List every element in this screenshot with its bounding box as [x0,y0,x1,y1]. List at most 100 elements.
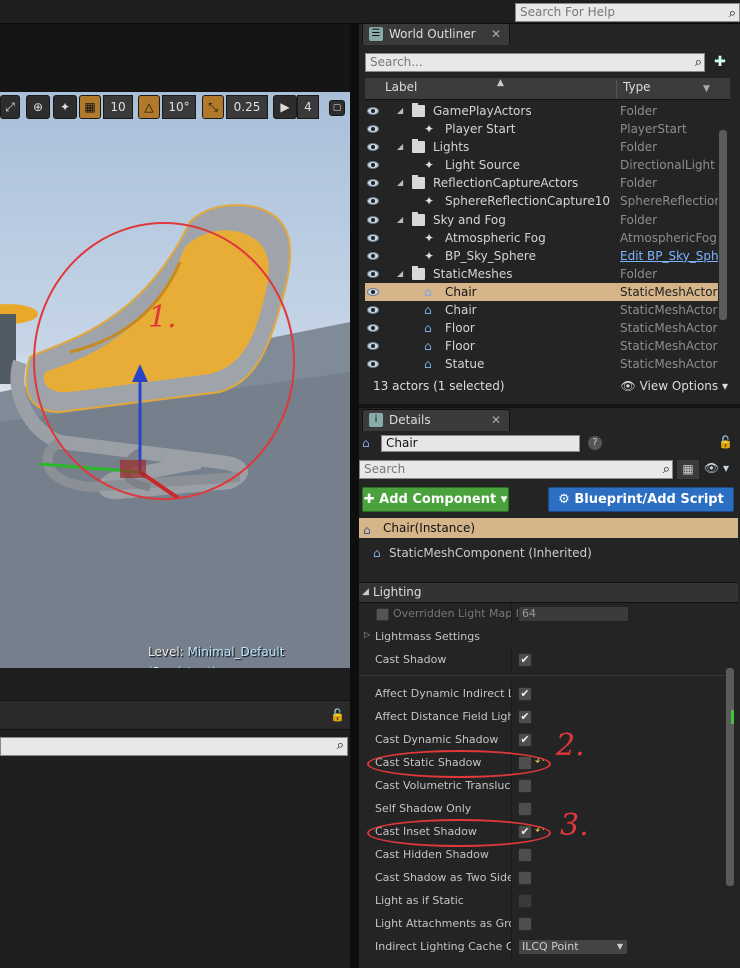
expand-arrow-icon[interactable]: ◢ [397,102,403,120]
panel-splitter[interactable] [350,24,359,968]
tab-details[interactable]: i Details ✕ [362,409,510,431]
edit-blueprint-link[interactable]: Edit BP_Sky_Sph [620,247,718,265]
tab-world-outliner[interactable]: ☰ World Outliner ✕ [362,23,510,45]
transform-move-button[interactable]: ⤢ [0,95,20,119]
eye-icon[interactable] [367,179,379,188]
scale-snap-icon[interactable]: ⤡ [202,95,224,119]
add-folder-button[interactable]: ✚ [710,53,730,72]
visibility-filter-icon[interactable]: 👁 ▾ [704,461,734,479]
object-name-field[interactable]: Chair [381,435,580,452]
property-divider[interactable] [511,844,512,867]
component-inherited-row[interactable]: ⌂ StaticMeshComponent (Inherited) [359,543,738,563]
expand-arrow-icon[interactable]: ▷ [364,630,370,639]
property-divider[interactable] [511,603,512,626]
property-checkbox[interactable]: ✔ [518,653,532,667]
blueprint-add-script-button[interactable]: ⚙ Blueprint/Add Script [548,487,734,512]
outliner-row[interactable]: ⌂ Chair StaticMeshActor [365,282,718,302]
property-divider[interactable] [511,706,512,729]
property-divider[interactable] [511,913,512,936]
property-value-field[interactable]: 64 [518,606,629,622]
maximize-viewport-icon[interactable]: ▢ [329,100,345,116]
property-checkbox[interactable] [518,917,532,931]
column-divider[interactable] [616,80,617,98]
expand-arrow-icon[interactable]: ◢ [397,138,403,156]
property-divider[interactable] [511,683,512,706]
property-checkbox[interactable] [518,894,532,908]
expand-arrow-icon[interactable]: ◢ [397,174,403,192]
eye-icon[interactable] [367,287,379,296]
rotation-snap-icon[interactable]: △ [138,95,160,119]
lighting-category-header[interactable]: ◢ Lighting [359,582,738,603]
bottom-left-search-input[interactable]: ⌕ [0,737,348,756]
add-component-button[interactable]: ✚ Add Component ▾ [362,487,509,512]
lock-icon[interactable]: 🔓 [330,708,345,722]
eye-icon[interactable] [367,161,379,170]
eye-icon[interactable] [367,269,379,278]
eye-icon[interactable] [367,143,379,152]
property-checkbox[interactable]: ✔ [518,733,532,747]
scale-snap-value[interactable]: 0.25 [226,95,268,119]
outliner-row[interactable]: ◢ Lights Folder [365,138,718,156]
grid-snap-value[interactable]: 10 [103,95,133,119]
column-label-header[interactable]: Label [385,80,417,94]
eye-icon[interactable] [367,251,379,260]
property-divider[interactable] [511,890,512,913]
details-scrollbar[interactable] [726,668,734,886]
property-checkbox[interactable] [518,779,532,793]
eye-icon[interactable] [367,342,379,351]
help-search-input[interactable]: Search For Help ⌕ [515,3,740,22]
close-icon[interactable]: ✕ [491,24,501,44]
outliner-row[interactable]: ⌂ Statue StaticMeshActor [365,355,718,372]
lock-icon[interactable]: 🔓 [718,435,733,449]
property-matrix-icon[interactable]: ▦ [676,459,700,480]
camera-speed-value[interactable]: 4 [297,95,319,119]
camera-speed-icon[interactable]: ▶ [273,95,297,119]
outliner-row[interactable]: ✦ Light Source DirectionalLight [365,156,718,174]
eye-icon[interactable] [367,306,379,315]
property-divider[interactable] [511,649,512,672]
rotation-snap-value[interactable]: 10° [162,95,196,119]
property-checkbox[interactable] [518,802,532,816]
outliner-row[interactable]: ✦ BP_Sky_Sphere Edit BP_Sky_Sph [365,247,718,265]
property-checkbox[interactable]: ✔ [518,687,532,701]
property-divider[interactable] [511,936,512,959]
outliner-row[interactable]: ✦ Atmospheric Fog AtmosphericFog [365,229,718,247]
close-icon[interactable]: ✕ [491,410,501,430]
property-checkbox[interactable] [518,871,532,885]
eye-icon[interactable] [367,324,379,333]
outliner-row[interactable]: ⌂ Chair StaticMeshActor [365,301,718,319]
outliner-row[interactable]: ✦ SphereReflectionCapture10 SphereReflecti… [365,192,718,210]
outliner-row[interactable]: ⌂ Floor StaticMeshActor [365,337,718,355]
eye-icon[interactable] [367,125,379,134]
expand-arrow-icon[interactable]: ◢ [397,211,403,229]
help-icon[interactable]: ? [588,436,602,450]
outliner-row[interactable]: ◢ GamePlayActors Folder [365,102,718,120]
outliner-row[interactable]: ◢ StaticMeshes Folder [365,265,718,283]
eye-icon[interactable] [367,360,379,369]
outliner-row[interactable]: ◢ Sky and Fog Folder [365,211,718,229]
eye-icon[interactable] [367,233,379,242]
property-checkbox[interactable] [518,848,532,862]
property-divider[interactable] [511,729,512,752]
eye-icon[interactable] [367,107,379,115]
expand-arrow-icon[interactable]: ◢ [397,265,403,283]
surface-snap-icon[interactable]: ✦ [53,95,77,119]
view-options-button[interactable]: 👁 View Options ▾ [621,376,729,396]
outliner-row[interactable]: ◢ ReflectionCaptureActors Folder [365,174,718,192]
chevron-down-icon[interactable]: ▼ [703,84,710,94]
property-divider[interactable] [511,867,512,890]
outliner-scrollbar[interactable] [719,130,727,320]
details-search-input[interactable]: Search ⌕ [359,460,673,479]
outliner-row[interactable]: ✦ Player Start PlayerStart [365,120,718,138]
property-divider[interactable] [511,798,512,821]
outliner-row[interactable]: ⌂ Floor StaticMeshActor [365,319,718,337]
property-divider[interactable] [511,775,512,798]
override-checkbox[interactable] [376,608,389,621]
property-checkbox[interactable]: ✔ [518,710,532,724]
property-combo-box[interactable]: ILCQ Point ▼ [518,939,628,955]
world-local-icon[interactable]: ⊕ [26,95,50,119]
eye-icon[interactable] [367,197,379,206]
grid-snap-icon[interactable]: ▦ [79,95,101,119]
column-type-header[interactable]: Type [623,80,651,94]
component-instance-row[interactable]: ⌂ Chair(Instance) [359,518,738,538]
